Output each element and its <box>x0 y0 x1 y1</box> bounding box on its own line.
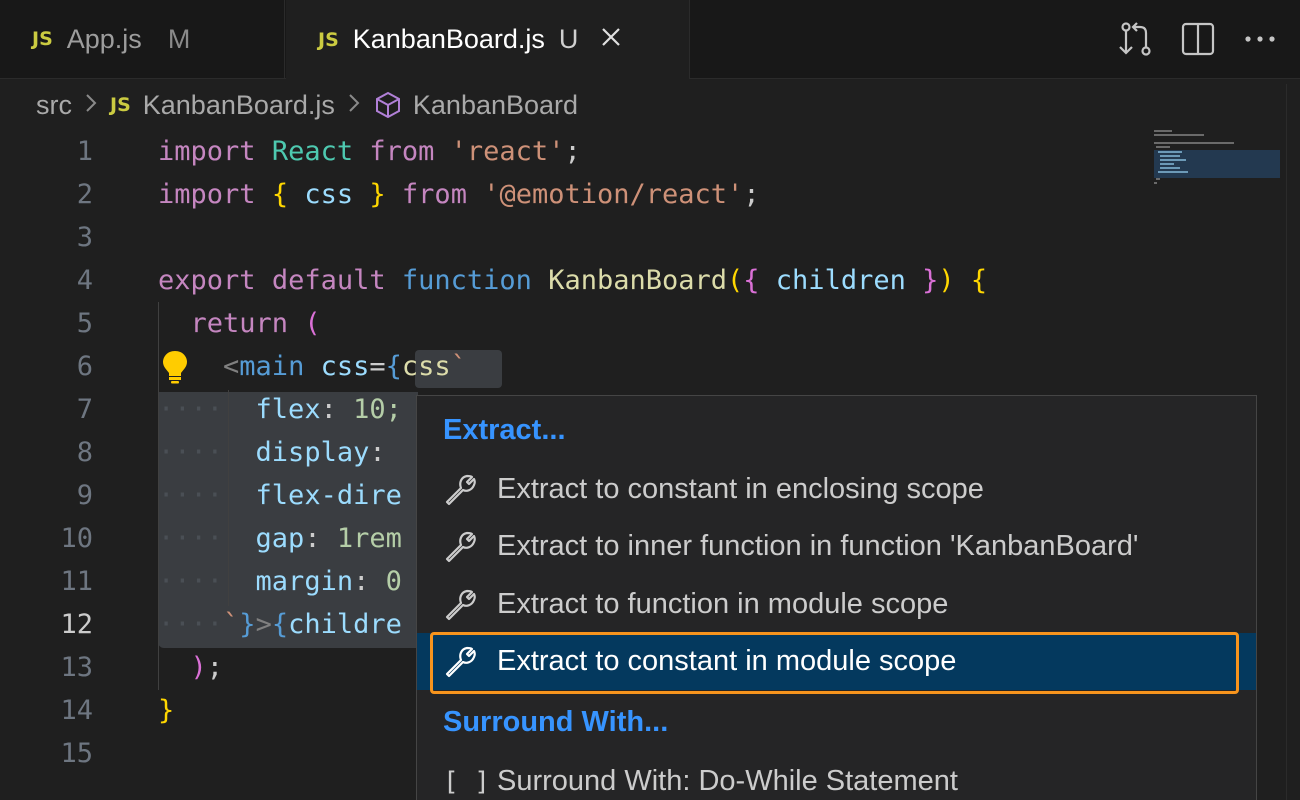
menu-item-label: Extract to inner function in function 'K… <box>497 530 1139 562</box>
line-number: 1 <box>76 136 93 167</box>
line-number: 13 <box>60 652 93 683</box>
code-line: 1 import React from 'react'; <box>0 130 1300 173</box>
breadcrumb-file[interactable]: KanbanBoard.js <box>143 90 335 121</box>
line-number: 7 <box>76 394 93 425</box>
wrench-icon <box>443 529 483 565</box>
menu-item-extract-inner-function[interactable]: Extract to inner function in function 'K… <box>417 518 1256 575</box>
vertical-scrollbar[interactable] <box>1286 84 1300 800</box>
line-number: 9 <box>76 480 93 511</box>
code-line: 3 <box>0 216 1300 259</box>
lightbulb-icon[interactable] <box>160 349 190 392</box>
menu-item-label: Surround With: Do-While Statement <box>497 765 958 797</box>
javascript-file-icon: JS <box>110 94 131 116</box>
menu-item-surround-do-while[interactable]: [ ] Surround With: Do-While Statement <box>417 753 1256 800</box>
symbol-class-icon <box>373 90 403 120</box>
breadcrumb-symbol[interactable]: KanbanBoard <box>413 90 578 121</box>
line-number: 2 <box>76 179 93 210</box>
wrench-icon <box>443 587 483 623</box>
line-number: 6 <box>76 351 93 382</box>
compare-changes-icon[interactable] <box>1110 13 1162 65</box>
menu-item-label: Extract to function in module scope <box>497 588 949 620</box>
line-number: 12 <box>60 609 93 640</box>
menu-item-extract-function-module[interactable]: Extract to function in module scope <box>417 576 1256 633</box>
close-icon[interactable] <box>600 24 622 55</box>
line-number: 15 <box>60 738 93 769</box>
code-line: 5 return ( <box>0 302 1300 345</box>
editor-actions <box>1100 0 1300 78</box>
chevron-right-icon <box>84 90 98 121</box>
minimap[interactable] <box>1150 128 1282 188</box>
focus-outline <box>430 632 1239 694</box>
line-number: 5 <box>76 308 93 339</box>
javascript-file-icon: JS <box>32 28 53 50</box>
wrench-icon <box>443 472 483 508</box>
menu-item-label: Extract to constant in enclosing scope <box>497 473 984 505</box>
tab-app-js[interactable]: JS App.js M <box>0 0 285 78</box>
code-line: 6 <main css={css` <box>0 345 1300 388</box>
code-line: 4 export default function KanbanBoard({ … <box>0 259 1300 302</box>
line-number: 3 <box>76 222 93 253</box>
menu-item-extract-constant-enclosing[interactable]: Extract to constant in enclosing scope <box>417 461 1256 518</box>
line-number: 8 <box>76 437 93 468</box>
tab-kanbanboard-js[interactable]: JS KanbanBoard.js U <box>286 0 690 79</box>
code-line: 2 import { css } from '@emotion/react'; <box>0 173 1300 216</box>
line-number: 10 <box>60 523 93 554</box>
code-action-menu: Extract... Extract to constant in enclos… <box>416 395 1257 800</box>
menu-header-surround: Surround With... <box>443 706 669 738</box>
tab-bar: JS App.js M JS KanbanBoard.js U <box>0 0 1300 79</box>
line-number: 4 <box>76 265 93 296</box>
tab-label: App.js <box>66 23 142 54</box>
breadcrumb: src JS KanbanBoard.js KanbanBoard <box>36 84 578 126</box>
chevron-right-icon <box>347 90 361 121</box>
modified-badge: M <box>167 23 191 54</box>
javascript-file-icon: JS <box>318 28 339 51</box>
breadcrumb-folder[interactable]: src <box>36 90 72 121</box>
snippet-icon: [ ] <box>443 766 490 797</box>
untracked-badge: U <box>558 24 579 54</box>
line-number: 14 <box>60 695 93 726</box>
tab-label: KanbanBoard.js <box>352 24 545 54</box>
more-actions-icon[interactable] <box>1234 13 1286 65</box>
split-editor-icon[interactable] <box>1172 13 1224 65</box>
menu-header-extract: Extract... <box>443 414 566 446</box>
line-number: 11 <box>60 566 93 597</box>
